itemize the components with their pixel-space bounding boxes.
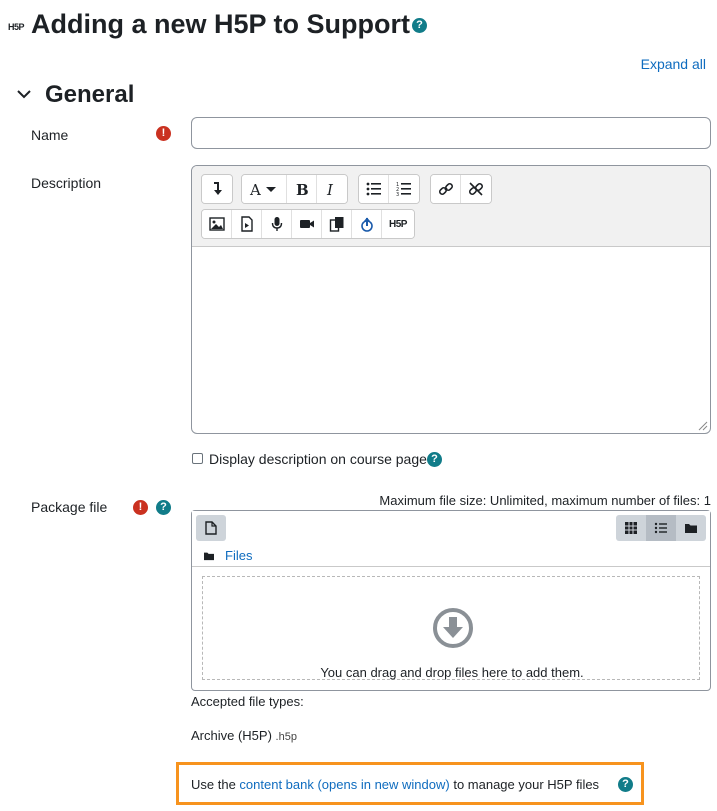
media-file-icon[interactable]: [232, 210, 262, 238]
help-icon[interactable]: ?: [427, 452, 442, 467]
archive-type-extension: .h5p: [275, 731, 297, 743]
ordered-list-icon[interactable]: 123: [389, 175, 419, 203]
file-icon: [205, 521, 217, 535]
link-icon[interactable]: [431, 175, 461, 203]
max-file-size-text: Maximum file size: Unlimited, maximum nu…: [379, 493, 711, 508]
svg-text:I: I: [326, 181, 334, 197]
file-manager-toolbar: Files: [192, 511, 710, 567]
page-title: Adding a new H5P to Support?: [31, 9, 428, 40]
required-icon: !: [133, 500, 148, 515]
content-bank-suffix: to manage your H5P files: [449, 777, 600, 792]
video-camera-icon[interactable]: [292, 210, 322, 238]
record-icon[interactable]: [352, 210, 382, 238]
toolbar-group-lists: 123: [358, 174, 420, 204]
view-list-button[interactable]: [646, 515, 676, 541]
svg-text:A: A: [249, 181, 261, 197]
accepted-file-type-item: Archive (H5P) .h5p: [191, 728, 297, 743]
file-dropzone[interactable]: You can drag and drop files here to add …: [202, 576, 700, 680]
folder-icon: [685, 524, 697, 533]
help-icon[interactable]: ?: [412, 18, 428, 34]
resize-handle-icon[interactable]: [698, 421, 708, 431]
microphone-icon[interactable]: [262, 210, 292, 238]
view-icons-button[interactable]: [616, 515, 646, 541]
help-icon[interactable]: ?: [156, 500, 171, 515]
accepted-file-types-label: Accepted file types:: [191, 694, 304, 709]
paragraph-style-icon[interactable]: A: [242, 175, 287, 203]
toolbar-group-links: [430, 174, 492, 204]
name-input[interactable]: [191, 117, 711, 149]
expand-all-link[interactable]: Expand all: [641, 56, 706, 72]
add-file-button[interactable]: [196, 515, 226, 541]
content-bank-prefix: Use the: [191, 777, 240, 792]
show-more-buttons-icon[interactable]: [202, 175, 232, 203]
toolbar-group-collapse: [201, 174, 233, 204]
files-breadcrumb-link[interactable]: Files: [225, 548, 252, 563]
unlink-icon[interactable]: [461, 175, 491, 203]
help-icon[interactable]: ?: [618, 777, 633, 792]
page-title-text: Adding a new H5P to Support: [31, 9, 411, 39]
display-description-checkbox[interactable]: [192, 453, 203, 464]
dropzone-text: You can drag and drop files here to add …: [320, 665, 584, 680]
download-arrow-icon: [433, 608, 473, 648]
content-bank-link[interactable]: content bank (opens in new window): [239, 777, 449, 792]
view-tree-button[interactable]: [676, 515, 706, 541]
editor-toolbar: A B I 123 H5P: [192, 166, 710, 247]
h5p-icon[interactable]: H5P: [382, 210, 414, 238]
list-icon: [654, 522, 667, 534]
section-title-general[interactable]: General: [45, 81, 134, 109]
toolbar-group-style: A B I: [241, 174, 348, 204]
required-icon: !: [156, 126, 171, 141]
bold-icon[interactable]: B: [287, 175, 317, 203]
description-editor[interactable]: A B I 123 H5P: [191, 165, 711, 434]
grid-icon: [625, 522, 637, 534]
italic-icon[interactable]: I: [317, 175, 347, 203]
display-description-label[interactable]: Display description on course page: [209, 451, 427, 467]
content-bank-note: Use the content bank (opens in new windo…: [191, 777, 599, 792]
name-label: Name: [31, 127, 69, 143]
folder-icon: [204, 552, 214, 561]
h5p-activity-icon: H5P: [8, 22, 25, 32]
h5p-button-text: H5P: [389, 218, 407, 230]
package-file-label: Package file: [31, 499, 108, 515]
svg-text:3: 3: [396, 192, 399, 197]
description-label: Description: [31, 175, 102, 191]
copy-icon[interactable]: [322, 210, 352, 238]
file-manager: Files You can drag and drop files here t…: [191, 510, 711, 691]
archive-type-name: Archive (H5P): [191, 728, 272, 743]
svg-text:B: B: [296, 181, 309, 197]
toolbar-group-media: H5P: [201, 209, 415, 239]
unordered-list-icon[interactable]: [359, 175, 389, 203]
image-icon[interactable]: [202, 210, 232, 238]
chevron-down-icon[interactable]: [16, 86, 32, 102]
